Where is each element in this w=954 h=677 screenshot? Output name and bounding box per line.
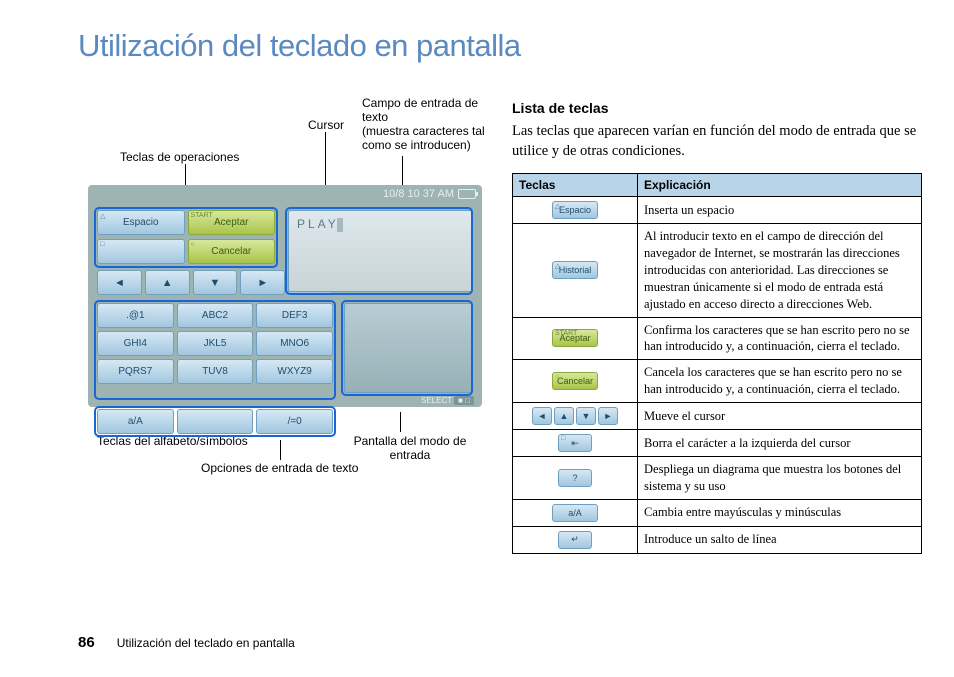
arrow-up-icon: ▲ xyxy=(554,407,574,425)
key-aceptar[interactable]: STARTAceptar xyxy=(188,210,276,235)
textopt-keys: a/A /=0 xyxy=(97,409,333,434)
mini-key-cancelar: ○Cancelar xyxy=(552,372,598,390)
cell-desc: Introduce un salto de línea xyxy=(638,526,922,553)
status-bar: 10/8 10 37 AM xyxy=(88,185,482,203)
mini-key-historial: △Historial xyxy=(552,261,598,279)
table-row: STARTAceptar Confirma los caracteres que… xyxy=(513,317,922,360)
key-label: Espacio xyxy=(123,217,159,228)
mini-key-cursor: ◄ ▲ ▼ ► xyxy=(532,407,618,425)
mode-panel xyxy=(344,303,473,393)
footer-text: Utilización del teclado en pantalla xyxy=(117,636,295,650)
mini-key-espacio: △Espacio xyxy=(552,201,598,219)
key-label: Historial xyxy=(559,265,592,275)
key-left[interactable]: ◄ xyxy=(97,270,142,295)
key-6[interactable]: MNO6 xyxy=(256,331,333,356)
key-label: Espacio xyxy=(559,205,591,215)
key-8[interactable]: TUV8 xyxy=(177,359,254,384)
text-field-content: PLAY xyxy=(297,217,339,231)
key-5[interactable]: JKL5 xyxy=(177,331,254,356)
arrow-left-icon: ◄ xyxy=(114,277,125,289)
key-espacio[interactable]: △Espacio xyxy=(97,210,185,235)
cell-desc: Cancela los caracteres que se han escrit… xyxy=(638,360,922,403)
select-badge: SELECT■ □ xyxy=(421,396,474,405)
arrow-right-icon: ► xyxy=(598,407,618,425)
key-9[interactable]: WXYZ9 xyxy=(256,359,333,384)
keylist-heading: Lista de teclas xyxy=(512,100,922,116)
keyboard-diagram: 10/8 10 37 AM △Espacio STARTAceptar □ ○C… xyxy=(88,185,482,407)
cell-desc: Confirma los caracteres que se han escri… xyxy=(638,317,922,360)
th-explicacion: Explicación xyxy=(638,174,922,197)
key-blank[interactable]: □ xyxy=(97,239,185,264)
key-case[interactable]: a/A xyxy=(97,409,174,434)
key-right[interactable]: ► xyxy=(240,270,285,295)
key-2[interactable]: ABC2 xyxy=(177,303,254,328)
mini-key-case: a/A xyxy=(552,504,598,522)
text-field[interactable]: PLAY xyxy=(288,210,473,292)
key-blank2[interactable] xyxy=(177,409,254,434)
table-row: □⇤ Borra el carácter a la izquierda del … xyxy=(513,430,922,457)
arrow-down-icon: ▼ xyxy=(576,407,596,425)
table-row: a/A Cambia entre mayúsculas y minúsculas xyxy=(513,499,922,526)
mini-key-backspace: □⇤ xyxy=(558,434,592,452)
keylist-intro: Las teclas que aparecen varían en funció… xyxy=(512,122,922,161)
key-down[interactable]: ▼ xyxy=(193,270,238,295)
mini-key-enter: ↵ xyxy=(558,531,592,549)
alpha-keys: .@1 ABC2 DEF3 GHI4 JKL5 MNO6 PQRS7 TUV8 … xyxy=(97,303,333,412)
cell-desc: Cambia entre mayúsculas y minúsculas xyxy=(638,499,922,526)
table-row: △Espacio Inserta un espacio xyxy=(513,197,922,224)
cell-desc: Mueve el cursor xyxy=(638,403,922,430)
cell-desc: Despliega un diagrama que muestra los bo… xyxy=(638,457,922,500)
table-row: ◄ ▲ ▼ ► Mueve el cursor xyxy=(513,403,922,430)
key-4[interactable]: GHI4 xyxy=(97,331,174,356)
th-teclas: Teclas xyxy=(513,174,638,197)
table-row: ↵ Introduce un salto de línea xyxy=(513,526,922,553)
status-time: 10/8 10 37 AM xyxy=(383,188,454,200)
arrow-up-icon: ▲ xyxy=(162,277,173,289)
label-mode: Pantalla del modo de entrada xyxy=(345,434,475,462)
page-footer: 86 Utilización del teclado en pantalla xyxy=(78,634,295,651)
connector-line xyxy=(280,440,281,460)
mini-key-help: ? xyxy=(558,469,592,487)
key-label: Cancelar xyxy=(211,246,251,257)
key-symbols[interactable]: /=0 xyxy=(256,409,333,434)
arrow-left-icon: ◄ xyxy=(532,407,552,425)
key-label: Aceptar xyxy=(214,217,248,228)
key-7[interactable]: PQRS7 xyxy=(97,359,174,384)
connector-line xyxy=(400,412,401,432)
label-field-title: Campo de entrada de texto xyxy=(362,96,478,124)
cursor-icon xyxy=(337,218,343,232)
ops-keys: △Espacio STARTAceptar □ ○Cancelar xyxy=(97,210,275,265)
table-row: ○Cancelar Cancela los caracteres que se … xyxy=(513,360,922,403)
key-cancelar[interactable]: ○Cancelar xyxy=(188,239,276,264)
keylist-table: Teclas Explicación △Espacio Inserta un e… xyxy=(512,173,922,554)
right-column: Lista de teclas Las teclas que aparecen … xyxy=(512,100,922,554)
label-field-note: (muestra caracteres tal como se introduc… xyxy=(362,124,485,152)
table-row: ? Despliega un diagrama que muestra los … xyxy=(513,457,922,500)
table-header: Teclas Explicación xyxy=(513,174,922,197)
label-ops: Teclas de operaciones xyxy=(120,150,239,164)
arrow-down-icon: ▼ xyxy=(210,277,221,289)
key-1[interactable]: .@1 xyxy=(97,303,174,328)
page-title: Utilización del teclado en pantalla xyxy=(78,28,521,64)
label-cursor: Cursor xyxy=(308,118,344,132)
label-alpha: Teclas del alfabeto/símbolos xyxy=(97,434,248,448)
cell-desc: Al introducir texto en el campo de direc… xyxy=(638,224,922,317)
cell-desc: Borra el carácter a la izquierda del cur… xyxy=(638,430,922,457)
page-number: 86 xyxy=(78,634,95,651)
mini-key-aceptar: STARTAceptar xyxy=(552,329,598,347)
key-3[interactable]: DEF3 xyxy=(256,303,333,328)
battery-icon xyxy=(458,189,476,199)
select-label: SELECT xyxy=(421,396,452,405)
key-label: Cancelar xyxy=(557,376,593,386)
table-row: △Historial Al introducir texto en el cam… xyxy=(513,224,922,317)
arrow-right-icon: ► xyxy=(257,277,268,289)
key-up[interactable]: ▲ xyxy=(145,270,190,295)
cell-desc: Inserta un espacio xyxy=(638,197,922,224)
label-field: Campo de entrada de texto (muestra carac… xyxy=(362,96,502,152)
label-textopts: Opciones de entrada de texto xyxy=(201,461,358,475)
